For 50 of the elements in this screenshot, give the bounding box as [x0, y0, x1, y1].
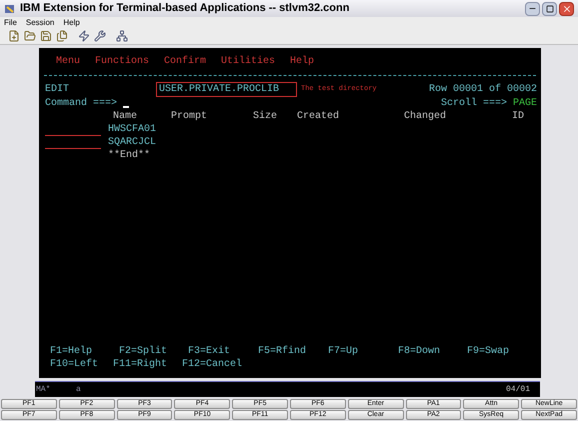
column-header: Size: [253, 110, 278, 123]
wrench-icon[interactable]: [94, 30, 106, 42]
end-marker: **End**: [108, 150, 150, 161]
function-key-label: F11=Right: [113, 358, 168, 371]
new-document-icon[interactable]: [8, 30, 20, 42]
close-button[interactable]: [559, 2, 574, 16]
menubar-entry[interactable]: Session: [26, 16, 54, 28]
function-key-label: F10=Left: [50, 358, 100, 371]
function-key-label: F7=Up: [328, 345, 360, 358]
column-header: ID: [512, 110, 526, 123]
action-bar-item[interactable]: Menu: [56, 55, 95, 68]
member-name[interactable]: HWSCFA01: [108, 123, 156, 136]
dataset-name: USER.PRIVATE.PROCLIB: [156, 82, 297, 97]
menubar-entry[interactable]: Help: [63, 16, 80, 28]
window-title: IBM Extension for Terminal-based Applications -- stlvm32.conn: [20, 1, 350, 16]
cursor-position: 04/01: [506, 384, 530, 396]
maximize-button[interactable]: [542, 2, 557, 16]
menubar-entry[interactable]: File: [4, 16, 17, 28]
folder-icon[interactable]: [24, 30, 36, 42]
mode-label: EDIT: [45, 83, 70, 96]
function-key-label: F1=Help: [50, 345, 94, 358]
action-bar-item[interactable]: Help: [290, 55, 330, 68]
status-left: MA*: [36, 384, 52, 396]
column-header: Created: [297, 110, 340, 123]
action-bar-item[interactable]: Utilities: [221, 55, 290, 68]
app-icon: [4, 2, 16, 14]
documents-icon[interactable]: [56, 30, 68, 42]
function-key-label: F5=Rfind: [258, 345, 308, 358]
network-icon[interactable]: [116, 30, 128, 42]
lightning-icon[interactable]: [78, 30, 90, 42]
status-middle: a: [76, 384, 81, 396]
column-header: Prompt: [171, 110, 208, 123]
column-header: Changed: [404, 110, 448, 123]
maximize-icon: [546, 4, 554, 12]
scroll-label: Scroll ===>: [440, 97, 507, 110]
member-name[interactable]: SQARCJCL: [108, 136, 156, 149]
function-key-label: F12=Cancel: [182, 358, 244, 371]
column-header: Name: [113, 110, 138, 123]
command-label: Command ===>: [45, 97, 118, 110]
function-key-label: F3=Exit: [188, 345, 232, 358]
function-key-label: F8=Down: [398, 345, 442, 358]
scroll-field[interactable]: PAGE: [512, 97, 537, 110]
close-icon: [562, 4, 572, 14]
function-key-label: F9=Swap: [467, 345, 510, 358]
save-icon[interactable]: [40, 30, 52, 42]
row-info: Row 00001 of 00002: [428, 83, 537, 96]
minimize-button[interactable]: [525, 2, 540, 16]
action-bar-item[interactable]: Functions: [95, 55, 164, 68]
action-bar-item[interactable]: Confirm: [164, 55, 221, 68]
function-key-label: F2=Split: [119, 345, 168, 358]
